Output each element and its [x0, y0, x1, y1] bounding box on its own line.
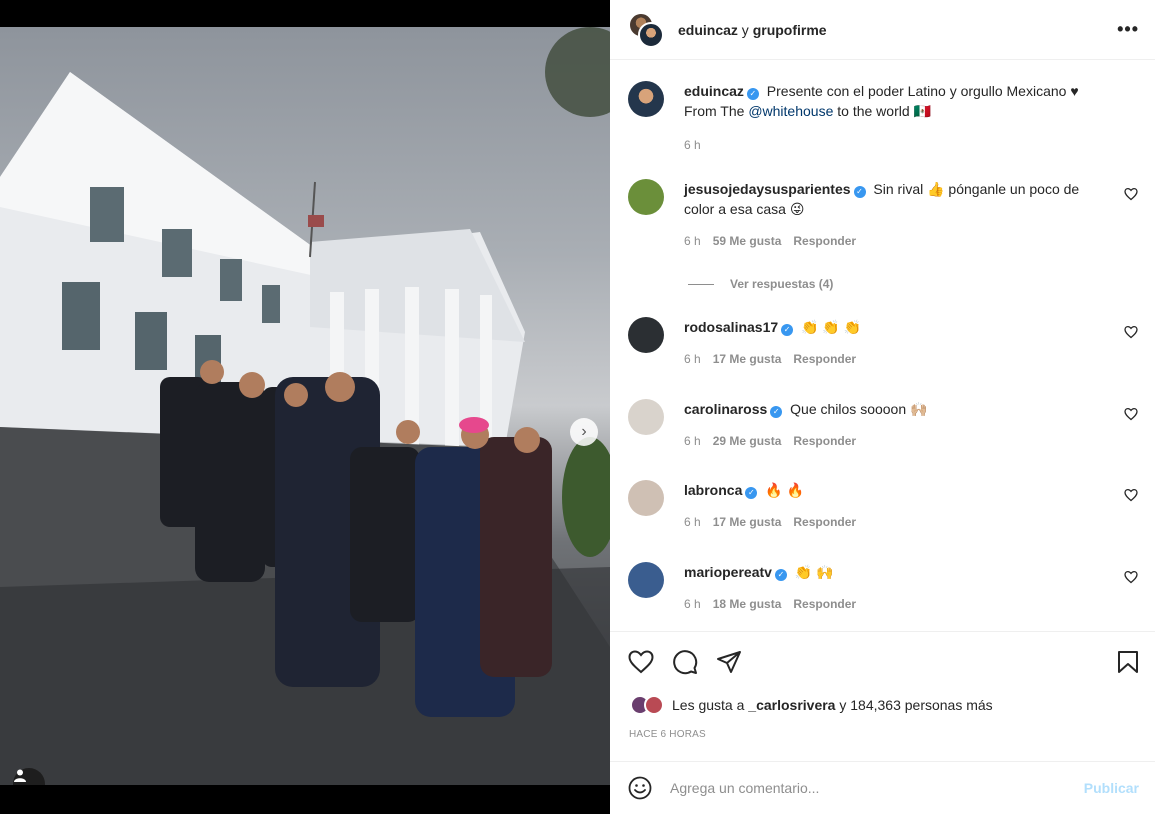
verified-badge-icon: ✓: [774, 569, 787, 581]
post-authors: eduincaz y grupofirme: [678, 22, 827, 38]
comment-meta: 6 h 29 Me gusta Responder: [684, 431, 1108, 451]
comment-like-heart-icon[interactable]: [1124, 407, 1138, 421]
caption-row: eduincaz ✓ Presente con el poder Latino y…: [628, 81, 1138, 155]
instagram-post-modal: › eduincaz y grupofirme ••• eduincaz ✓ P…: [0, 0, 1155, 814]
comment-text: 👏 👏 👏: [801, 319, 862, 335]
avatar[interactable]: [628, 317, 664, 353]
post-media: ›: [0, 0, 610, 814]
verified-badge-icon: ✓: [770, 406, 783, 418]
action-icon-bar: [610, 632, 1155, 692]
comment-like-heart-icon[interactable]: [1124, 187, 1138, 201]
more-options-icon[interactable]: •••: [1117, 19, 1139, 40]
author-separator: y: [737, 21, 753, 38]
avatar[interactable]: [628, 179, 664, 215]
post-side-panel: eduincaz y grupofirme ••• eduincaz ✓ Pres…: [610, 0, 1155, 814]
comment-row: mariopereatv ✓ 👏 🙌 6 h 18 Me gusta Responder: [628, 562, 1138, 614]
avatar[interactable]: [628, 562, 664, 598]
comment-body: mariopereatv ✓ 👏 🙌 6 h 18 Me gusta Responder: [684, 562, 1138, 614]
post-header: eduincaz y grupofirme •••: [610, 0, 1155, 60]
comment-text: Que chilos soooon 🙌🏼: [790, 401, 928, 417]
comment-likes[interactable]: 59 Me gusta: [713, 231, 782, 251]
caption-text-end: to the world 🇲🇽: [833, 103, 931, 119]
comment-row: jesusojedaysusparientes ✓ Sin rival 👍 pón…: [628, 179, 1138, 251]
verified-badge-icon: ✓: [853, 186, 866, 198]
view-replies-label: Ver respuestas (4): [730, 277, 834, 291]
comment-time[interactable]: 6 h: [684, 431, 701, 451]
avatar[interactable]: [628, 81, 664, 117]
caption-body: eduincaz ✓ Presente con el poder Latino y…: [684, 81, 1138, 155]
comment-username[interactable]: mariopereatv: [684, 564, 772, 580]
avatar[interactable]: [638, 21, 664, 48]
reply-button[interactable]: Responder: [793, 231, 856, 251]
comment-meta: 6 h 17 Me gusta Responder: [684, 512, 1108, 532]
likes-suffix[interactable]: y 184,363 personas más: [835, 697, 992, 713]
likes-text: Les gusta a _carlosrivera y 184,363 pers…: [672, 697, 993, 713]
avatar[interactable]: [628, 399, 664, 435]
reply-button[interactable]: Responder: [793, 431, 856, 451]
comment-username[interactable]: rodosalinas17: [684, 319, 778, 335]
next-slide-button[interactable]: ›: [570, 418, 598, 446]
verified-badge-icon: ✓: [781, 324, 794, 336]
comment-time[interactable]: 6 h: [684, 231, 701, 251]
author-link[interactable]: eduincaz: [678, 22, 738, 38]
comment-body: rodosalinas17 ✓ 👏 👏 👏 6 h 17 Me gusta Respon…: [684, 317, 1138, 369]
reply-button[interactable]: Responder: [793, 512, 856, 532]
verified-badge-icon: ✓: [745, 487, 758, 499]
verified-badge-icon: ✓: [746, 88, 759, 100]
comment-likes[interactable]: 17 Me gusta: [713, 512, 782, 532]
comment-body: labronca ✓ 🔥 🔥 6 h 17 Me gusta Responder: [684, 480, 1138, 532]
comment-username[interactable]: labronca: [684, 482, 742, 498]
comment-row: rodosalinas17 ✓ 👏 👏 👏 6 h 17 Me gusta Respon…: [628, 317, 1138, 369]
comment-like-heart-icon[interactable]: [1124, 488, 1138, 502]
reply-button[interactable]: Responder: [793, 594, 856, 614]
comment-time[interactable]: 6 h: [684, 594, 701, 614]
comment-likes[interactable]: 29 Me gusta: [713, 431, 782, 451]
comment-icon[interactable]: [672, 649, 698, 675]
divider: [688, 283, 714, 285]
comment-text: 🔥 🔥: [765, 482, 805, 498]
caption-username[interactable]: eduincaz: [684, 83, 744, 99]
comment-meta: 6 h 18 Me gusta Responder: [684, 594, 1108, 614]
comment-likes[interactable]: 18 Me gusta: [713, 594, 782, 614]
collab-avatars[interactable]: [628, 11, 664, 48]
emoji-icon[interactable]: [628, 776, 652, 800]
view-replies-button[interactable]: Ver respuestas (4): [688, 277, 833, 291]
publish-button[interactable]: Publicar: [1084, 780, 1139, 796]
comment-like-heart-icon[interactable]: [1124, 570, 1138, 584]
comment-input[interactable]: [670, 780, 1084, 796]
comment-row: carolinaross ✓ Que chilos soooon 🙌🏼 6 h 29 …: [628, 399, 1138, 451]
liker-link[interactable]: _carlosrivera: [748, 697, 835, 713]
comment-body: jesusojedaysusparientes ✓ Sin rival 👍 pón…: [684, 179, 1138, 251]
caption-time[interactable]: 6 h: [684, 135, 701, 155]
post-timestamp[interactable]: HACE 6 HORAS: [629, 729, 706, 740]
comment-meta: 6 h 17 Me gusta Responder: [684, 349, 1108, 369]
heart-icon[interactable]: [628, 650, 654, 674]
comment-like-heart-icon[interactable]: [1124, 325, 1138, 339]
author-link[interactable]: grupofirme: [753, 22, 827, 38]
comment-body: carolinaross ✓ Que chilos soooon 🙌🏼 6 h 29 …: [684, 399, 1138, 451]
comment-username[interactable]: jesusojedaysusparientes: [684, 181, 851, 197]
comment-time[interactable]: 6 h: [684, 512, 701, 532]
avatar[interactable]: [628, 480, 664, 516]
share-icon[interactable]: [716, 650, 742, 674]
comment-time[interactable]: 6 h: [684, 349, 701, 369]
post-actions: Les gusta a _carlosrivera y 184,363 pers…: [610, 631, 1155, 740]
likes-prefix: Les gusta a: [672, 697, 749, 713]
avatar[interactable]: [644, 695, 664, 715]
comment-likes[interactable]: 17 Me gusta: [713, 349, 782, 369]
comments-list[interactable]: eduincaz ✓ Presente con el poder Latino y…: [610, 61, 1155, 631]
comment-text: 👏 🙌: [794, 564, 834, 580]
bookmark-icon[interactable]: [1117, 650, 1139, 674]
comment-username[interactable]: carolinaross: [684, 401, 767, 417]
add-comment-bar: Publicar: [610, 761, 1155, 814]
comment-meta: 6 h 59 Me gusta Responder: [684, 231, 1108, 251]
photo-illustration: [0, 27, 610, 785]
mention-link[interactable]: @whitehouse: [748, 103, 833, 119]
comment-row: labronca ✓ 🔥 🔥 6 h 17 Me gusta Responder: [628, 480, 1138, 532]
reply-button[interactable]: Responder: [793, 349, 856, 369]
caption-meta: 6 h: [684, 135, 1108, 155]
likes-summary: Les gusta a _carlosrivera y 184,363 pers…: [630, 695, 993, 715]
post-photo[interactable]: ›: [0, 27, 610, 785]
